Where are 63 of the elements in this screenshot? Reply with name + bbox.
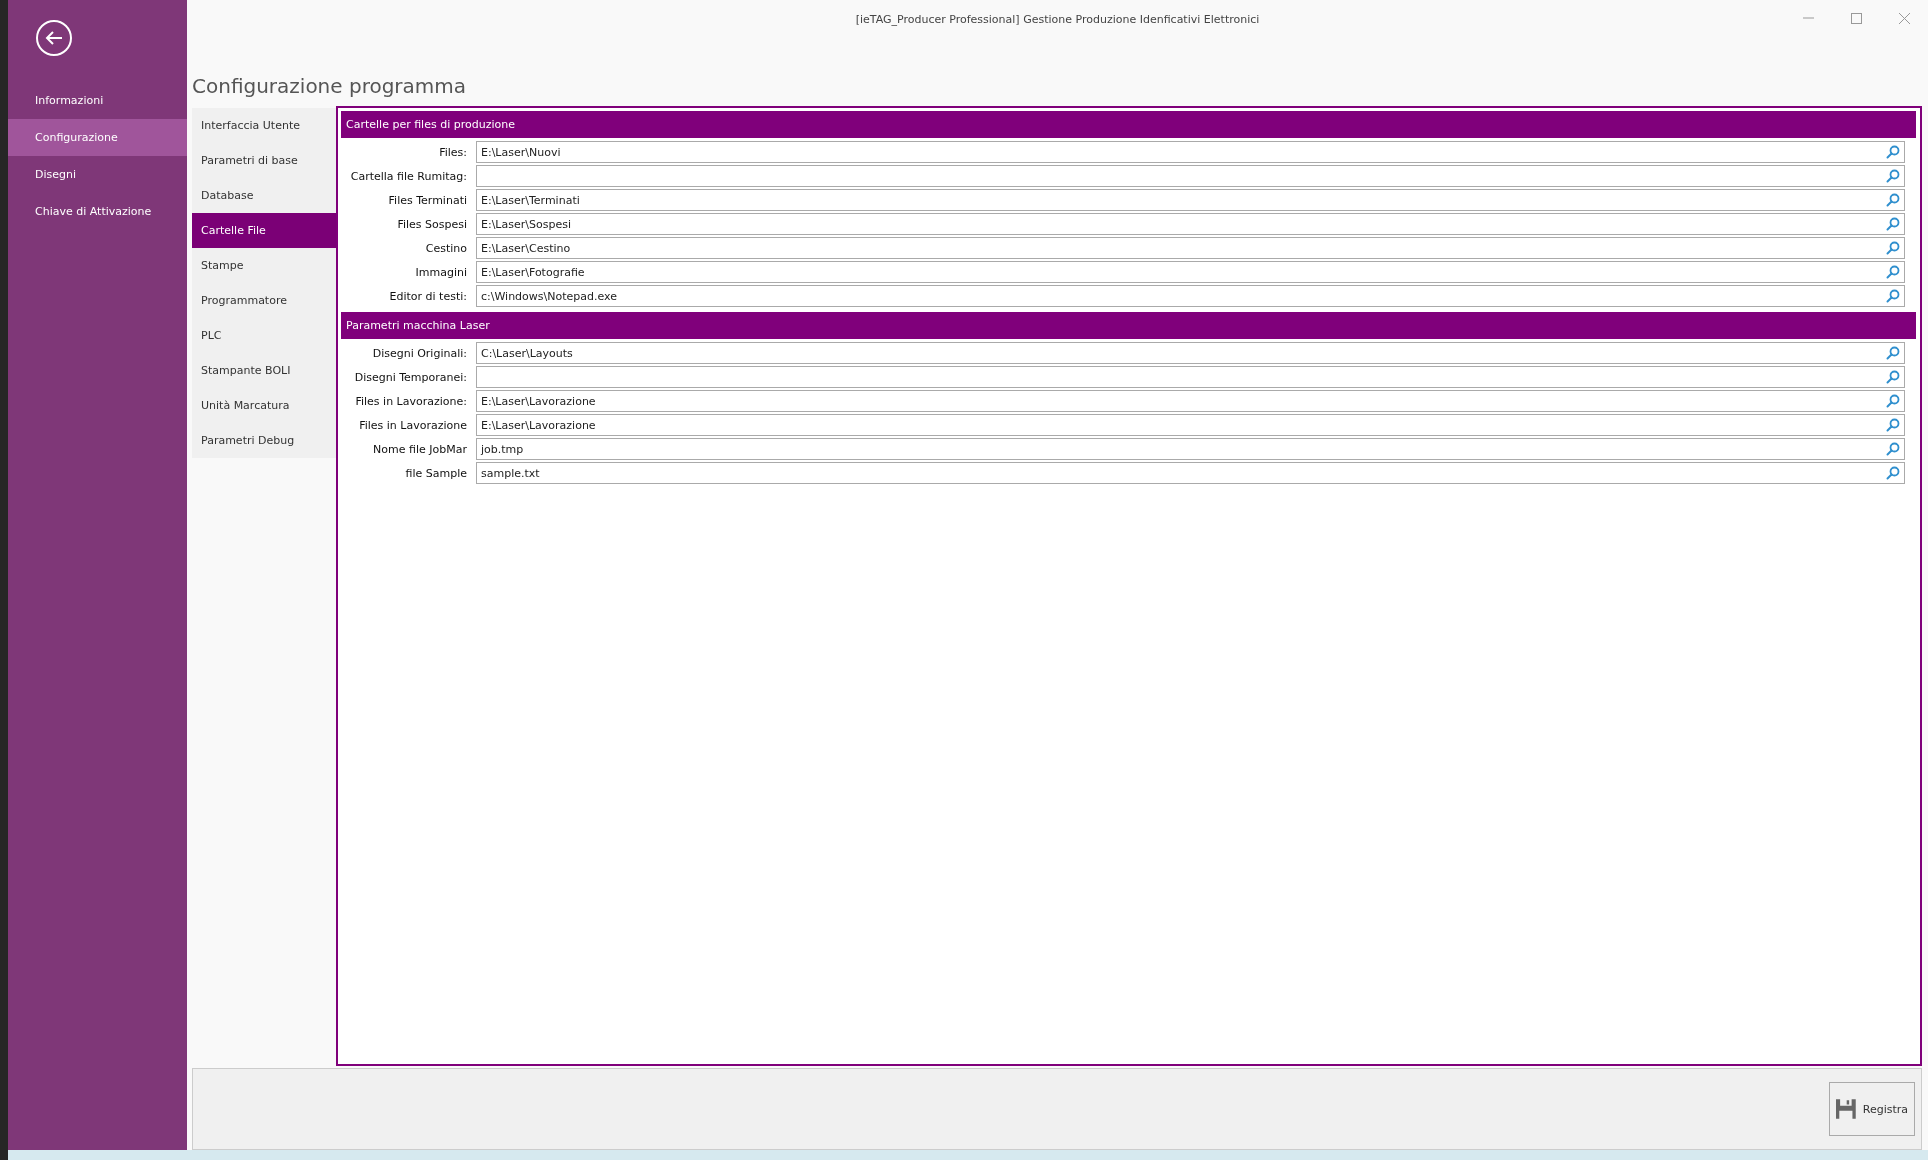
path-field[interactable]: E:\Laser\Fotografie xyxy=(476,261,1905,283)
window-title: [ieTAG_Producer Professional] Gestione Produzione Idenficativi Elettronici xyxy=(854,12,1261,26)
save-button[interactable]: Registra xyxy=(1829,1082,1915,1136)
search-icon[interactable] xyxy=(1886,466,1900,480)
tab[interactable]: Interfaccia Utente xyxy=(192,108,336,143)
path-field[interactable]: C:\Laser\Layouts xyxy=(476,342,1905,364)
tab[interactable]: Stampe xyxy=(192,248,336,283)
sidebar-item[interactable]: Configurazione xyxy=(8,119,187,156)
field-label: file Sample xyxy=(404,466,468,480)
path-field[interactable]: E:\Laser\Terminati xyxy=(476,189,1905,211)
path-field[interactable]: E:\Laser\Lavorazione xyxy=(476,390,1905,412)
tab[interactable]: Cartelle File xyxy=(192,213,336,248)
search-icon[interactable] xyxy=(1886,442,1900,456)
search-icon[interactable] xyxy=(1886,289,1900,303)
tab[interactable]: Parametri Debug xyxy=(192,423,336,458)
path-field[interactable]: E:\Laser\Lavorazione xyxy=(476,414,1905,436)
tab[interactable]: Database xyxy=(192,178,336,213)
field-label: Files: xyxy=(438,145,468,159)
path-field[interactable]: c:\Windows\Notepad.exe xyxy=(476,285,1905,307)
minimize-icon xyxy=(1802,17,1814,19)
field-label: Immagini xyxy=(414,265,468,279)
path-field[interactable] xyxy=(476,366,1905,388)
close-icon xyxy=(1898,12,1910,24)
tab[interactable]: Stampante BOLI xyxy=(192,353,336,388)
field-label: Nome file JobMar xyxy=(372,442,468,456)
sidebar-item[interactable]: Informazioni xyxy=(8,82,187,119)
field-label: Files in Lavorazione xyxy=(358,418,468,432)
back-button[interactable] xyxy=(36,20,72,56)
search-icon[interactable] xyxy=(1886,265,1900,279)
field-label: Editor di testi: xyxy=(388,289,468,303)
section-header: Cartelle per files di produzione xyxy=(341,111,1916,138)
search-icon[interactable] xyxy=(1886,394,1900,408)
maximize-icon xyxy=(1850,12,1862,24)
section-header: Parametri macchina Laser xyxy=(341,312,1916,339)
sidebar-item[interactable]: Disegni xyxy=(8,156,187,193)
page-title: Configurazione programma xyxy=(191,73,468,100)
search-icon[interactable] xyxy=(1886,169,1900,183)
path-field[interactable]: E:\Laser\Cestino xyxy=(476,237,1905,259)
path-field[interactable] xyxy=(476,165,1905,187)
field-label: Disegni Originali: xyxy=(371,346,468,360)
search-icon[interactable] xyxy=(1886,370,1900,384)
tab[interactable]: Programmatore xyxy=(192,283,336,318)
search-icon[interactable] xyxy=(1886,217,1900,231)
field-label: Cartella file Rumitag: xyxy=(349,169,468,183)
path-field[interactable]: E:\Laser\Nuovi xyxy=(476,141,1905,163)
field-label: Files Terminati xyxy=(387,193,468,207)
search-icon[interactable] xyxy=(1886,193,1900,207)
field-label: Disegni Temporanei: xyxy=(353,370,468,384)
path-field[interactable]: sample.txt xyxy=(476,462,1905,484)
tab[interactable]: PLC xyxy=(192,318,336,353)
search-icon[interactable] xyxy=(1886,241,1900,255)
left-arrow-icon xyxy=(44,30,64,46)
field-label: Files Sospesi xyxy=(396,217,468,231)
field-label: Files in Lavorazione: xyxy=(354,394,468,408)
search-icon[interactable] xyxy=(1886,418,1900,432)
path-field[interactable]: job.tmp xyxy=(476,438,1905,460)
field-label: Cestino xyxy=(424,241,468,255)
search-icon[interactable] xyxy=(1886,145,1900,159)
tab[interactable]: Unità Marcatura xyxy=(192,388,336,423)
sidebar-item[interactable]: Chiave di Attivazione xyxy=(8,193,187,230)
search-icon[interactable] xyxy=(1886,346,1900,360)
tab[interactable]: Parametri di base xyxy=(192,143,336,178)
path-field[interactable]: E:\Laser\Sospesi xyxy=(476,213,1905,235)
